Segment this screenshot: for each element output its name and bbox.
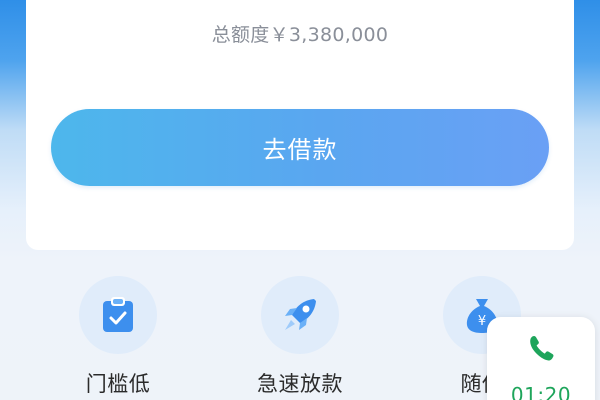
phone-icon	[530, 336, 554, 361]
rocket-icon	[285, 299, 316, 330]
feature-fast-disbursement: 急速放款	[240, 276, 360, 398]
feature-label: 门槛低	[85, 372, 151, 396]
feature-label: 急速放款	[257, 372, 343, 396]
call-duration: 01:20	[510, 383, 572, 400]
feature-icon-circle	[79, 276, 157, 354]
call-widget[interactable]: 01:20	[487, 317, 595, 400]
total-credit-limit: 总额度￥3,380,000	[211, 24, 389, 46]
feature-low-threshold: 门槛低	[58, 276, 178, 398]
svg-text:¥: ¥	[478, 314, 486, 329]
borrow-button[interactable]: 去借款	[51, 109, 549, 186]
clipboard-check-icon	[103, 297, 133, 332]
feature-icon-circle	[261, 276, 339, 354]
